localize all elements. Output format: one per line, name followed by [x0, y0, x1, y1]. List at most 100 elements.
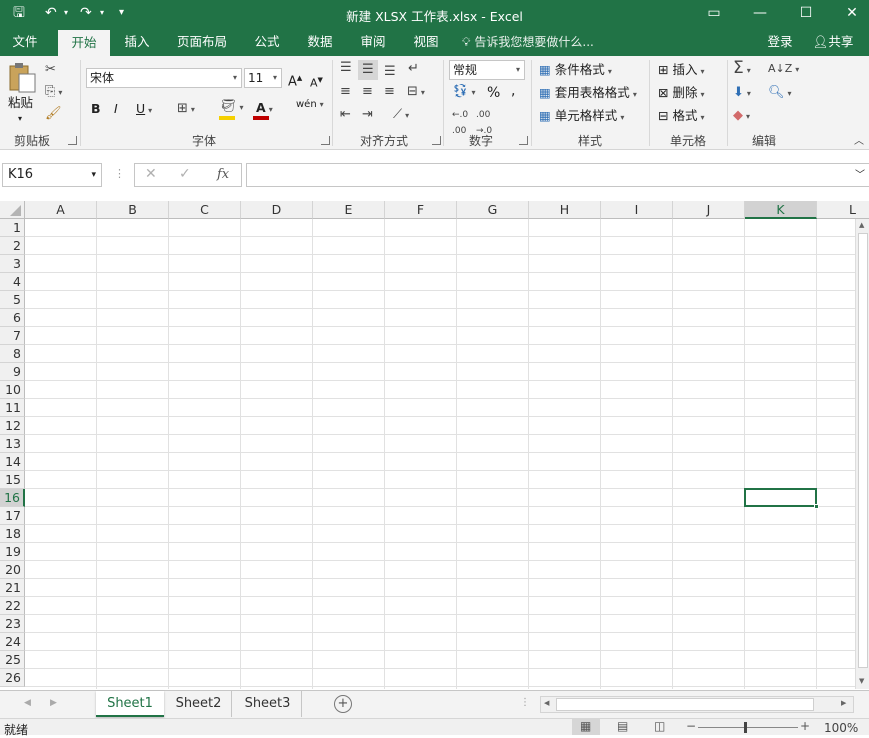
number-format-select[interactable]: 常规 ▾ [449, 60, 525, 80]
format-cells-button[interactable]: ⊟ 格式 ▾ [658, 107, 705, 127]
fill-icon[interactable]: ⬇ ▾ [733, 85, 751, 102]
prev-sheet-icon[interactable]: ◀ [24, 698, 31, 708]
tab-split-handle-icon[interactable]: ⋮ [520, 697, 530, 708]
grow-font-button[interactable]: A▲ [288, 69, 302, 91]
collapse-ribbon-icon[interactable]: ︿ [854, 134, 864, 150]
horizontal-scrollbar[interactable]: ◀ ▶ [540, 696, 854, 713]
comma-button[interactable]: , [511, 82, 515, 100]
row-header-17[interactable]: 17 [0, 507, 25, 525]
row-header-24[interactable]: 24 [0, 633, 25, 651]
horizontal-scroll-thumb[interactable] [556, 698, 814, 711]
row-header-16[interactable]: 16 [0, 489, 25, 507]
row-header-12[interactable]: 12 [0, 417, 25, 435]
row-header-10[interactable]: 10 [0, 381, 25, 399]
autosum-icon[interactable]: Σ ▾ [733, 60, 751, 79]
conditional-formatting-button[interactable]: ▦ 条件格式 ▾ [539, 61, 612, 81]
tab-home[interactable]: 开始 [58, 30, 110, 56]
column-header-g[interactable]: G [457, 201, 529, 219]
scroll-right-icon[interactable]: ▶ [841, 699, 846, 707]
cancel-icon[interactable]: ✕ [145, 166, 157, 182]
row-header-9[interactable]: 9 [0, 363, 25, 381]
row-header-8[interactable]: 8 [0, 345, 25, 363]
percent-button[interactable]: % [487, 84, 500, 102]
row-header-11[interactable]: 11 [0, 399, 25, 417]
sheet-tab-3[interactable]: Sheet3 [234, 691, 302, 717]
minimize-button[interactable]: — [740, 0, 780, 28]
tell-me-box[interactable]: 💡︎ 告诉我您想要做什么... [462, 28, 612, 56]
delete-cells-button[interactable]: ⊠ 删除 ▾ [658, 84, 705, 104]
align-center-icon[interactable]: ≡ [362, 84, 373, 100]
scroll-up-icon[interactable]: ▲ [859, 221, 864, 229]
column-header-a[interactable]: A [25, 201, 97, 219]
close-button[interactable]: ✕ [832, 0, 869, 28]
row-header-7[interactable]: 7 [0, 327, 25, 345]
vertical-scroll-thumb[interactable] [858, 233, 868, 668]
column-header-i[interactable]: I [601, 201, 673, 219]
align-right-icon[interactable]: ≡ [384, 84, 395, 100]
sign-in-link[interactable]: 登录 [760, 28, 800, 56]
maximize-button[interactable]: ☐ [786, 0, 826, 28]
scroll-left-icon[interactable]: ◀ [544, 699, 549, 707]
row-header-2[interactable]: 2 [0, 237, 25, 255]
scroll-down-icon[interactable]: ▼ [859, 677, 864, 685]
alignment-launcher-icon[interactable] [432, 136, 441, 145]
row-header-19[interactable]: 19 [0, 543, 25, 561]
bottom-align-icon[interactable]: ☰ [384, 64, 396, 80]
fill-color-icon[interactable]: 🪣︎ ▾ [220, 99, 244, 116]
vertical-scrollbar[interactable]: ▲ ▼ [855, 219, 869, 689]
tab-data[interactable]: 数据 [298, 28, 342, 56]
row-header-15[interactable]: 15 [0, 471, 25, 489]
row-header-6[interactable]: 6 [0, 309, 25, 327]
font-size-select[interactable]: 11 ▾ [244, 68, 282, 88]
enter-icon[interactable]: ✓ [179, 166, 191, 182]
sort-filter-icon[interactable]: A↓Z ▾ [768, 61, 799, 78]
accounting-format-icon[interactable]: 💱︎ ▾ [452, 84, 476, 101]
bold-button[interactable]: B [91, 100, 101, 118]
insert-function-icon[interactable]: fx [217, 167, 229, 182]
zoom-level[interactable]: 100% [824, 721, 858, 735]
format-as-table-button[interactable]: ▦ 套用表格格式 ▾ [539, 84, 637, 104]
tab-insert[interactable]: 插入 [115, 28, 159, 56]
column-header-c[interactable]: C [169, 201, 241, 219]
row-header-25[interactable]: 25 [0, 651, 25, 669]
column-header-h[interactable]: H [529, 201, 601, 219]
normal-view-icon[interactable]: ▦ [580, 719, 591, 733]
wrap-text-icon[interactable]: ↵ [408, 61, 419, 77]
clipboard-launcher-icon[interactable] [68, 136, 77, 145]
new-sheet-icon[interactable]: + [334, 695, 352, 713]
orientation-icon[interactable]: ⟋ ▾ [393, 107, 409, 124]
row-header-23[interactable]: 23 [0, 615, 25, 633]
row-header-20[interactable]: 20 [0, 561, 25, 579]
tab-review[interactable]: 审阅 [351, 28, 395, 56]
shrink-font-button[interactable]: A▼ [310, 71, 323, 93]
paste-icon[interactable] [6, 62, 38, 93]
ribbon-display-options-button[interactable]: ▭ [694, 0, 734, 28]
formula-input[interactable]: ﹀ [246, 163, 869, 187]
clear-icon[interactable]: ◆ ▾ [733, 108, 750, 125]
middle-align-icon[interactable]: ☰ [362, 62, 374, 78]
align-left-icon[interactable]: ≡ [340, 84, 351, 100]
cell-styles-button[interactable]: ▦ 单元格样式 ▾ [539, 107, 624, 127]
next-sheet-icon[interactable]: ▶ [50, 698, 57, 708]
phonetic-guide-button[interactable]: wén ▾ [296, 96, 324, 114]
row-header-4[interactable]: 4 [0, 273, 25, 291]
active-cell[interactable] [744, 488, 819, 509]
font-name-select[interactable]: 宋体 ▾ [86, 68, 242, 88]
zoom-out-icon[interactable]: − [686, 719, 696, 733]
row-header-21[interactable]: 21 [0, 579, 25, 597]
page-layout-view-icon[interactable]: ▤ [617, 719, 628, 733]
tab-page-layout[interactable]: 页面布局 [169, 28, 235, 56]
copy-icon[interactable]: ⎘ ▾ [45, 84, 62, 101]
select-all-button[interactable] [0, 201, 25, 219]
zoom-in-icon[interactable]: + [800, 719, 810, 733]
cut-icon[interactable]: ✂ [45, 62, 56, 78]
increase-indent-icon[interactable]: ⇥ [362, 107, 373, 123]
share-button[interactable]: 👤︎共享 [802, 28, 864, 56]
column-header-j[interactable]: J [673, 201, 745, 219]
decrease-indent-icon[interactable]: ⇤ [340, 107, 351, 123]
tab-formulas[interactable]: 公式 [245, 28, 289, 56]
format-painter-icon[interactable]: 🖌︎ [45, 106, 62, 122]
column-header-b[interactable]: B [97, 201, 169, 219]
row-header-26[interactable]: 26 [0, 669, 25, 687]
paste-dropdown-icon[interactable]: ▾ [18, 110, 22, 128]
